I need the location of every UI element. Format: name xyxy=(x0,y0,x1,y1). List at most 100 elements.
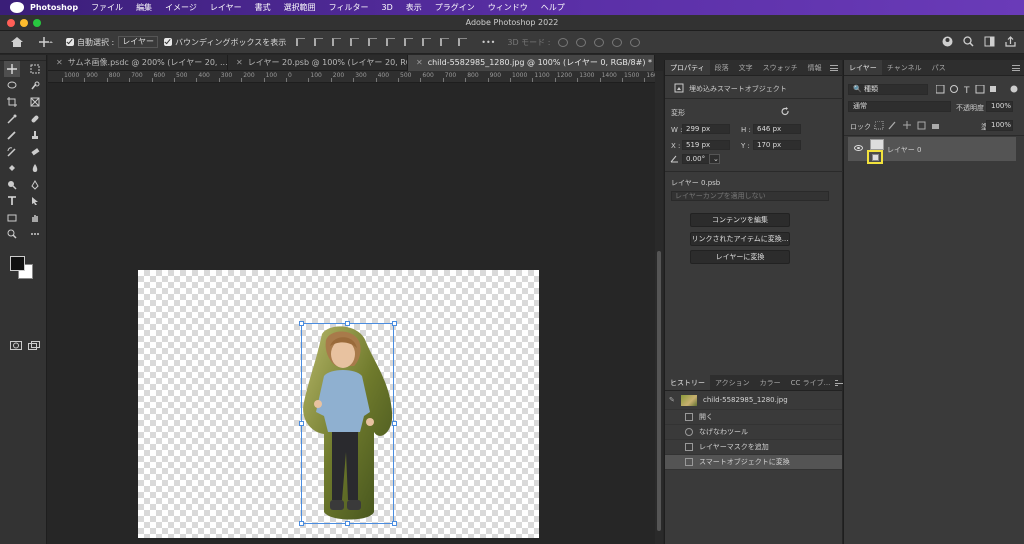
height-field[interactable]: 646 px xyxy=(753,124,801,134)
tab-color[interactable]: カラー xyxy=(755,375,786,390)
history-snapshot[interactable]: ✎ child-5582985_1280.jpg xyxy=(665,391,842,410)
menu-plugins[interactable]: プラグイン xyxy=(435,2,475,13)
tab-history[interactable]: ヒストリー xyxy=(665,375,710,390)
move-tool-icon[interactable] xyxy=(3,61,20,78)
dodge-tool-icon[interactable] xyxy=(7,180,17,190)
layer-comp-dropdown[interactable]: レイヤーカンプを適用しない xyxy=(671,191,829,201)
zoom-tool-icon[interactable] xyxy=(7,229,17,239)
pen-tool-icon[interactable] xyxy=(30,179,40,190)
history-brush-source-icon[interactable]: ✎ xyxy=(669,396,677,404)
layer-row-layer0[interactable]: レイヤー 0 xyxy=(848,137,1016,164)
fill-field[interactable]: 100% xyxy=(986,120,1013,131)
edit-toolbar-icon[interactable] xyxy=(30,229,40,239)
show-bbox-checkbox[interactable] xyxy=(164,38,173,46)
lock-artboard-icon[interactable] xyxy=(917,121,926,130)
tab-thumbnail-psdc[interactable]: ✕ サムネ画像.psdc @ 200% (レイヤー 20, ... xyxy=(48,55,228,71)
vertical-scrollbar[interactable] xyxy=(655,71,663,544)
transform-handle-b[interactable] xyxy=(345,521,350,526)
transform-handle-tl[interactable] xyxy=(299,321,304,326)
layer-name[interactable]: レイヤー 0 xyxy=(887,145,921,155)
eyedropper-tool-icon[interactable] xyxy=(6,114,17,124)
3d-slide-icon[interactable] xyxy=(612,37,623,47)
history-item[interactable]: スマートオブジェクトに変換 xyxy=(665,455,842,470)
lock-position-icon[interactable] xyxy=(903,121,911,129)
transform-bounding-box[interactable] xyxy=(301,323,394,524)
width-field[interactable]: 299 px xyxy=(682,124,730,134)
filter-toggle-icon[interactable] xyxy=(1010,85,1018,93)
type-tool-icon[interactable] xyxy=(7,196,17,206)
tab-layer20-psb[interactable]: ✕ レイヤー 20.psb @ 100% (レイヤー 20, RGB... xyxy=(228,55,408,71)
blend-mode-dropdown[interactable]: 通常 xyxy=(848,101,951,112)
paint-bucket-tool-icon[interactable] xyxy=(7,163,17,173)
filter-shape-icon[interactable] xyxy=(975,85,985,94)
opacity-field[interactable]: 100% xyxy=(986,101,1013,112)
tab-character[interactable]: 文字 xyxy=(734,60,758,75)
share-icon[interactable] xyxy=(1005,36,1016,47)
distribute-spacing-icon[interactable] xyxy=(458,38,468,46)
3d-scale-icon[interactable] xyxy=(630,37,641,47)
convert-to-linked-button[interactable]: リンクされたアイテムに変換... xyxy=(690,232,790,246)
3d-pan-icon[interactable] xyxy=(594,37,605,47)
apple-icon[interactable] xyxy=(10,2,24,13)
align-left-icon[interactable] xyxy=(296,38,306,46)
horizontal-ruler[interactable]: 1000 900 800 700 600 500 400 300 200 100 0 100 200 30… xyxy=(48,71,655,83)
account-icon[interactable] xyxy=(942,36,953,47)
transform-handle-bl[interactable] xyxy=(299,521,304,526)
distribute-v-icon[interactable] xyxy=(440,38,450,46)
layer-visibility-eye-icon[interactable] xyxy=(854,145,863,151)
lock-image-icon[interactable] xyxy=(888,121,896,130)
menu-view[interactable]: 表示 xyxy=(406,2,422,13)
tab-cc-libraries[interactable]: CC ライブ... xyxy=(786,375,836,390)
menu-filter[interactable]: フィルター xyxy=(329,2,369,13)
history-item[interactable]: 開く xyxy=(665,410,842,425)
quick-mask-icon[interactable] xyxy=(10,341,22,350)
distribute-h-icon[interactable] xyxy=(422,38,432,46)
edit-contents-button[interactable]: コンテンツを編集 xyxy=(690,213,790,227)
path-selection-tool-icon[interactable] xyxy=(30,196,40,206)
align-vcenter-icon[interactable] xyxy=(368,38,378,46)
home-icon[interactable] xyxy=(10,36,24,48)
workspace-icon[interactable] xyxy=(984,36,995,47)
tab-properties[interactable]: プロパティ xyxy=(665,60,710,75)
tab-layers[interactable]: レイヤー xyxy=(844,60,882,75)
align-bottom-icon[interactable] xyxy=(386,38,396,46)
lasso-tool-icon[interactable] xyxy=(7,81,17,91)
close-tab-icon[interactable]: ✕ xyxy=(236,55,243,71)
filter-pixel-icon[interactable] xyxy=(936,85,945,94)
y-field[interactable]: 170 px xyxy=(753,140,801,150)
transform-handle-tr[interactable] xyxy=(392,321,397,326)
tab-child-jpg[interactable]: ✕ child-5582985_1280.jpg @ 100% (レイヤー 0,… xyxy=(408,55,655,71)
history-item[interactable]: レイヤーマスクを追加 xyxy=(665,440,842,455)
menu-app-name[interactable]: Photoshop xyxy=(30,3,78,12)
menu-select[interactable]: 選択範囲 xyxy=(284,2,316,13)
marquee-tool-icon[interactable] xyxy=(30,64,40,74)
filter-adjust-icon[interactable] xyxy=(950,85,958,93)
angle-dropdown-icon[interactable]: ⌄ xyxy=(709,154,720,164)
close-window-icon[interactable] xyxy=(7,19,15,27)
frame-tool-icon[interactable] xyxy=(30,97,40,107)
tab-paths[interactable]: パス xyxy=(927,60,951,75)
move-tool-preset-icon[interactable] xyxy=(38,36,54,48)
x-field[interactable]: 519 px xyxy=(682,140,730,150)
history-brush-tool-icon[interactable] xyxy=(6,147,17,157)
quick-select-tool-icon[interactable] xyxy=(30,81,40,91)
tab-channels[interactable]: チャンネル xyxy=(882,60,927,75)
rectangle-tool-icon[interactable] xyxy=(7,213,17,223)
hand-tool-icon[interactable] xyxy=(30,213,40,223)
screen-mode-icon[interactable] xyxy=(28,341,40,350)
menu-3d[interactable]: 3D xyxy=(382,3,393,12)
brush-tool-icon[interactable] xyxy=(6,130,17,140)
tab-actions[interactable]: アクション xyxy=(710,375,755,390)
more-options-icon[interactable]: ••• xyxy=(481,38,495,47)
align-right-icon[interactable] xyxy=(332,38,342,46)
history-item[interactable]: なげなわツール xyxy=(665,425,842,440)
tab-paragraph[interactable]: 段落 xyxy=(710,60,734,75)
menu-help[interactable]: ヘルプ xyxy=(541,2,565,13)
scrollbar-thumb[interactable] xyxy=(657,251,661,531)
reset-transform-icon[interactable] xyxy=(781,107,790,116)
panel-menu-icon[interactable] xyxy=(1012,65,1020,71)
tab-info[interactable]: 情報 xyxy=(803,60,827,75)
menu-file[interactable]: ファイル xyxy=(91,2,123,13)
transform-handle-t[interactable] xyxy=(345,321,350,326)
auto-select-dropdown[interactable]: レイヤー xyxy=(118,36,159,48)
